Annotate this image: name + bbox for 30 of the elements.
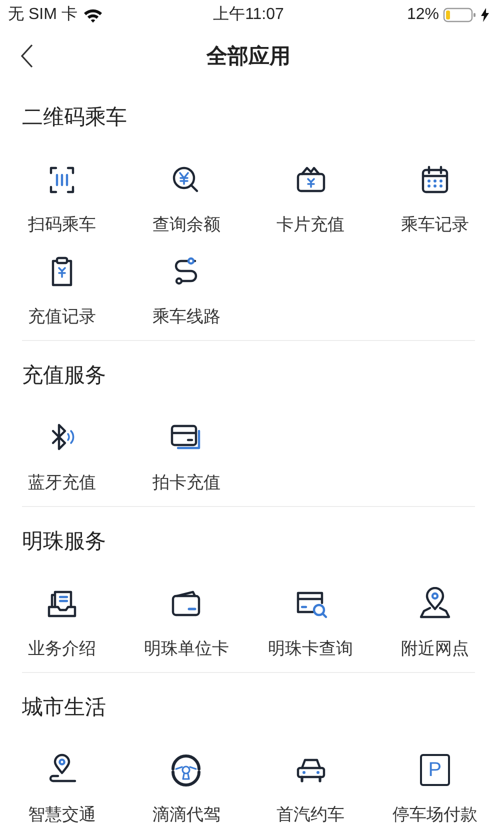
app-shortcut[interactable]: 明珠卡查询 [248, 588, 373, 660]
app-shortcut[interactable]: 卡片充值 [248, 164, 373, 236]
app-shortcut[interactable]: 首汽约车 [248, 754, 373, 826]
app-shortcut[interactable]: 扫码乘车 [0, 164, 124, 236]
battery-percentage: 12% [406, 5, 439, 25]
app-shortcut[interactable]: 滴滴代驾 [124, 754, 248, 826]
app-shortcut[interactable]: 智慧交通 [0, 754, 124, 826]
app-shortcut[interactable]: 附近网点 [372, 588, 497, 660]
parking-icon: P [420, 754, 450, 786]
wifi-icon [83, 8, 104, 22]
app-shortcut[interactable]: 蓝牙充值 [0, 422, 124, 494]
app-shortcut[interactable]: 充值记录 [0, 256, 124, 328]
location-pin-icon [418, 587, 452, 621]
section-title: 二维码乘车 [22, 105, 128, 131]
app-shortcut[interactable]: 拍卡充值 [124, 422, 248, 494]
app-shortcut[interactable]: 业务介绍 [0, 588, 124, 660]
app-shortcut[interactable]: 乘车线路 [124, 256, 248, 328]
section-title: 明珠服务 [22, 529, 107, 555]
carrier-label: 无 SIM 卡 [8, 4, 78, 25]
section-title: 城市生活 [22, 695, 107, 721]
battery-icon [443, 7, 477, 23]
app-shortcut[interactable]: 查询余额 [124, 164, 248, 236]
app-shortcut[interactable]: P 停车场付款 [372, 754, 497, 826]
app-shortcut[interactable]: 明珠单位卡 [124, 588, 248, 660]
time-label: 上午11:07 [213, 4, 284, 25]
section-title: 充值服务 [22, 363, 107, 389]
steering-wheel-icon [169, 753, 204, 787]
app-shortcut[interactable]: 乘车记录 [372, 164, 497, 236]
page-title: 全部应用 [206, 44, 290, 70]
charging-bolt-icon [481, 8, 489, 22]
